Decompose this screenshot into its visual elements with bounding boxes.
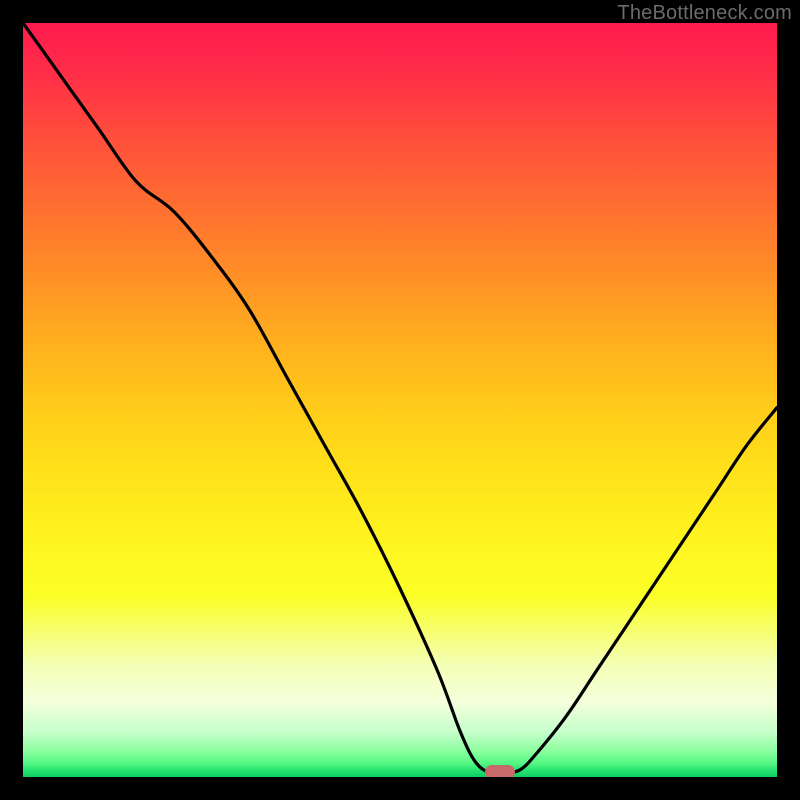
bottleneck-curve — [23, 23, 777, 777]
optimal-point-marker — [485, 765, 515, 777]
plot-area — [23, 23, 777, 777]
watermark-text: TheBottleneck.com — [617, 2, 792, 25]
chart-frame: TheBottleneck.com — [0, 0, 800, 800]
